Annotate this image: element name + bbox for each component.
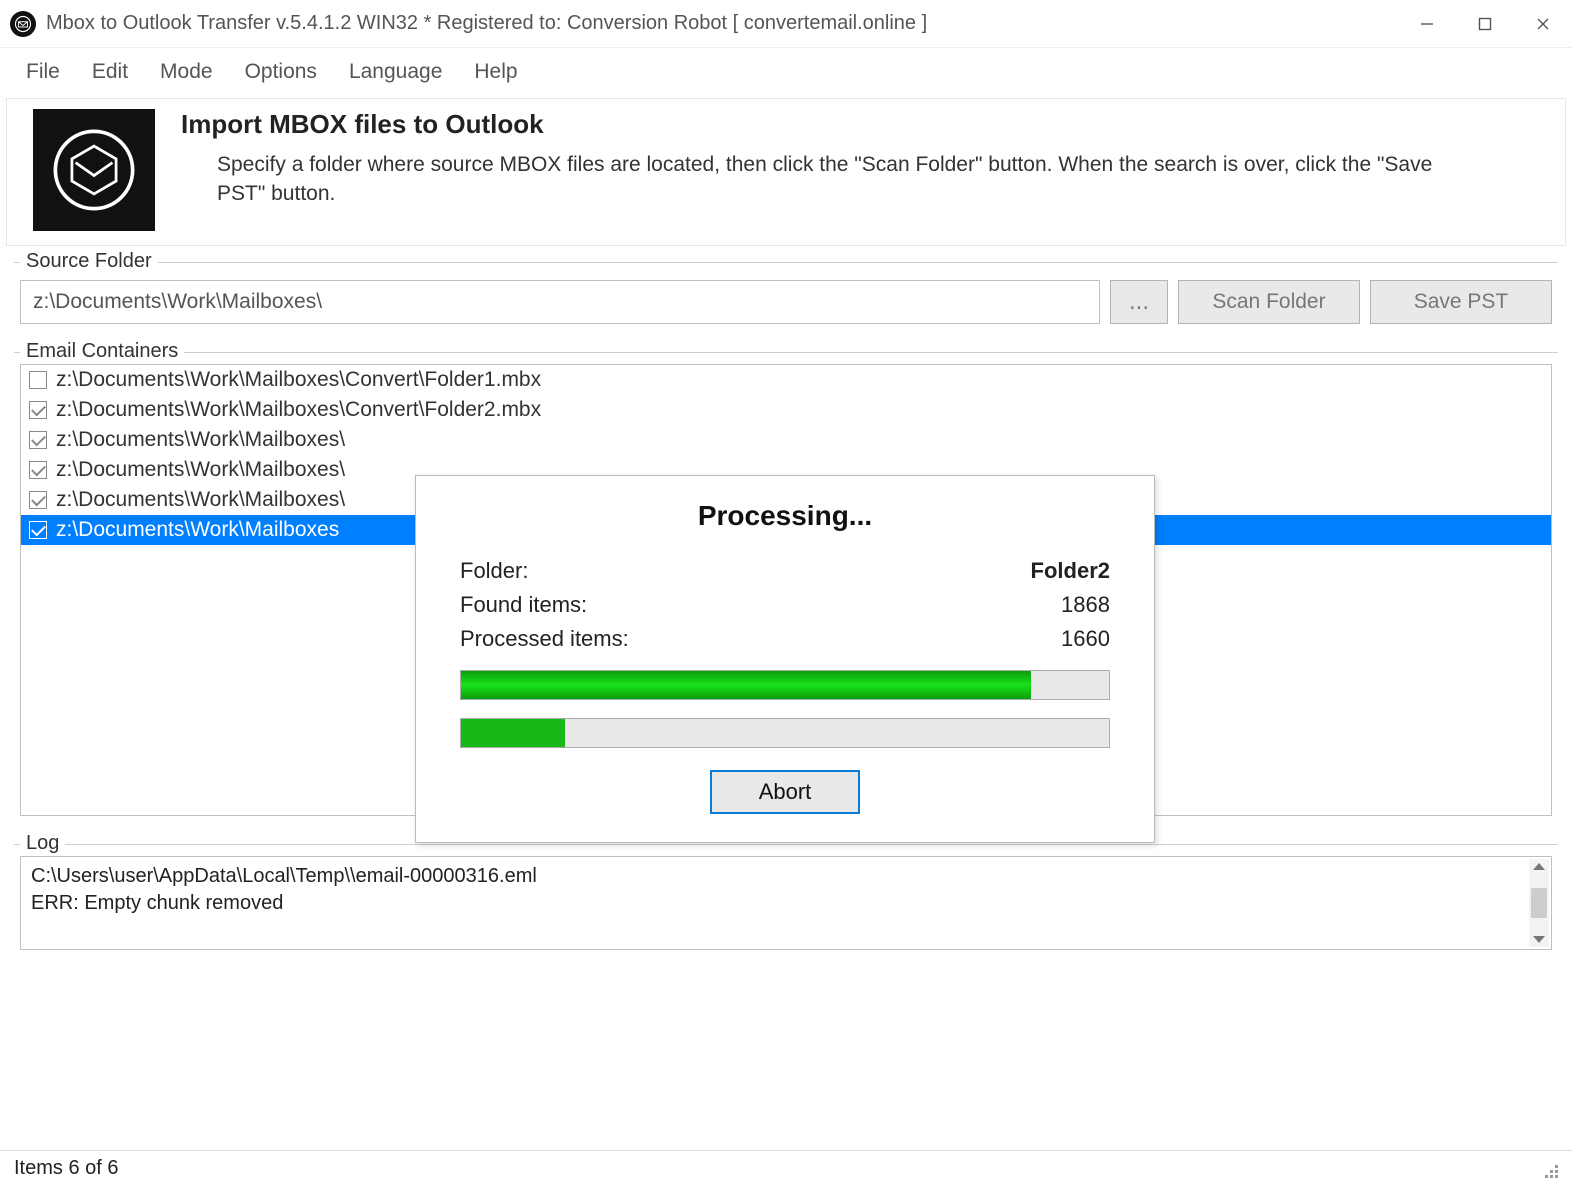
list-item-path: z:\Documents\Work\Mailboxes\ [56, 458, 345, 482]
list-item[interactable]: z:\Documents\Work\Mailboxes\Convert\Fold… [21, 395, 1551, 425]
menu-mode[interactable]: Mode [144, 56, 229, 88]
list-item-path: z:\Documents\Work\Mailboxes [56, 518, 339, 542]
source-folder-group: Source Folder ... Scan Folder Save PST [8, 252, 1564, 336]
menubar: File Edit Mode Options Language Help [0, 48, 1572, 98]
list-item[interactable]: z:\Documents\Work\Mailboxes\Convert\Fold… [21, 365, 1551, 395]
log-line: C:\Users\user\AppData\Local\Temp\\email-… [31, 863, 1527, 890]
titlebar: Mbox to Outlook Transfer v.5.4.1.2 WIN32… [0, 0, 1572, 48]
app-icon [10, 11, 36, 37]
abort-button[interactable]: Abort [710, 770, 860, 814]
checkbox[interactable] [29, 461, 47, 479]
list-item[interactable]: z:\Documents\Work\Mailboxes\ [21, 425, 1551, 455]
list-item-path: z:\Documents\Work\Mailboxes\Convert\Fold… [56, 368, 541, 392]
dialog-folder-label: Folder: [460, 558, 528, 584]
menu-help[interactable]: Help [458, 56, 533, 88]
dialog-title: Processing... [460, 500, 1110, 532]
email-containers-legend: Email Containers [20, 340, 184, 363]
log-group: Log C:\Users\user\AppData\Local\Temp\\em… [8, 834, 1564, 962]
scroll-down-icon[interactable] [1533, 936, 1545, 943]
dialog-processed-value: 1660 [1061, 626, 1110, 652]
log-scrollbar[interactable] [1529, 859, 1549, 947]
scan-folder-button[interactable]: Scan Folder [1178, 280, 1360, 324]
checkbox[interactable] [29, 371, 47, 389]
log-textarea[interactable]: C:\Users\user\AppData\Local\Temp\\email-… [20, 856, 1552, 950]
list-item-path: z:\Documents\Work\Mailboxes\Convert\Fold… [56, 398, 541, 422]
header-desc: Specify a folder where source MBOX files… [181, 150, 1471, 209]
menu-edit[interactable]: Edit [76, 56, 144, 88]
header-title: Import MBOX files to Outlook [181, 109, 1471, 140]
checkbox[interactable] [29, 401, 47, 419]
scroll-thumb[interactable] [1531, 888, 1547, 918]
window-controls [1398, 0, 1572, 48]
list-item-path: z:\Documents\Work\Mailboxes\ [56, 488, 345, 512]
log-legend: Log [20, 832, 65, 855]
close-button[interactable] [1514, 0, 1572, 48]
statusbar: Items 6 of 6 [0, 1150, 1572, 1186]
menu-language[interactable]: Language [333, 56, 458, 88]
dialog-folder-value: Folder2 [1031, 558, 1110, 584]
app-logo [33, 109, 155, 231]
log-line: ERR: Empty chunk removed [31, 890, 1527, 917]
minimize-button[interactable] [1398, 0, 1456, 48]
save-pst-button[interactable]: Save PST [1370, 280, 1552, 324]
maximize-button[interactable] [1456, 0, 1514, 48]
checkbox[interactable] [29, 431, 47, 449]
progress-bar-2 [460, 718, 1110, 748]
header-panel: Import MBOX files to Outlook Specify a f… [6, 98, 1566, 246]
source-folder-legend: Source Folder [20, 250, 158, 273]
dialog-found-value: 1868 [1061, 592, 1110, 618]
source-folder-input[interactable] [20, 280, 1100, 324]
menu-file[interactable]: File [10, 56, 76, 88]
browse-button[interactable]: ... [1110, 280, 1168, 324]
processing-dialog: Processing... Folder: Folder2 Found item… [415, 475, 1155, 843]
window-title: Mbox to Outlook Transfer v.5.4.1.2 WIN32… [46, 12, 1398, 35]
progress-bar-1 [460, 670, 1110, 700]
checkbox[interactable] [29, 521, 47, 539]
menu-options[interactable]: Options [229, 56, 333, 88]
checkbox[interactable] [29, 491, 47, 509]
list-item-path: z:\Documents\Work\Mailboxes\ [56, 428, 345, 452]
status-text: Items 6 of 6 [14, 1157, 119, 1180]
dialog-found-label: Found items: [460, 592, 587, 618]
scroll-up-icon[interactable] [1533, 863, 1545, 870]
dialog-processed-label: Processed items: [460, 626, 629, 652]
resize-grip-icon[interactable] [1540, 1160, 1558, 1178]
